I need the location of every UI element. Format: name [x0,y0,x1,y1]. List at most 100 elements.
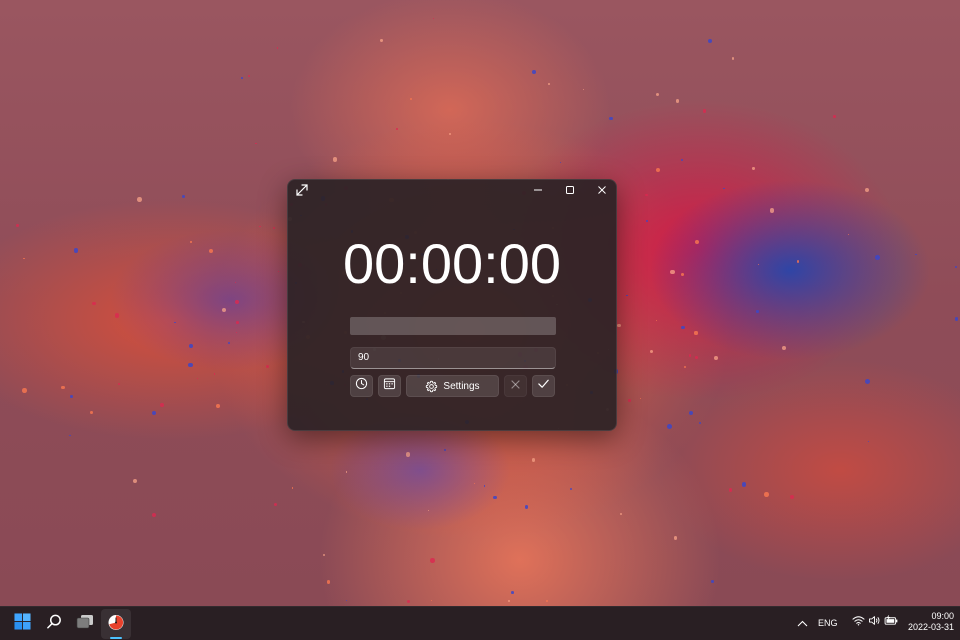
powder-speck [273,226,276,229]
powder-speck [159,402,165,408]
powder-speck [430,558,435,563]
powder-speck [345,600,347,602]
powder-speck [117,383,121,386]
powder-speck [782,346,787,350]
timer-app-button[interactable] [101,609,131,639]
taskbar-clock[interactable]: 09:00 2022-03-31 [904,611,954,633]
close-button[interactable] [586,180,618,202]
powder-speck [728,488,733,492]
powder-speck [190,241,192,243]
settings-button[interactable]: Settings [406,375,499,397]
powder-speck [867,440,870,443]
powder-speck [137,197,142,203]
wifi-status[interactable] [850,615,866,629]
powder-speck [694,331,698,335]
volume-control[interactable] [866,615,882,629]
powder-speck [914,253,917,256]
close-icon [597,182,607,200]
powder-speck [405,452,411,457]
taskbar [0,606,960,640]
powder-speck [254,142,257,145]
powder-speck [525,505,529,509]
clock-icon [355,377,368,395]
powder-speck [332,157,338,162]
powder-speck [741,482,747,487]
powder-speck [875,255,880,260]
powder-speck [731,57,735,60]
powder-speck [197,377,199,379]
powder-speck [769,208,774,213]
powder-speck [619,512,622,515]
language-indicator[interactable]: ENG [818,618,838,628]
task-view-button[interactable] [70,609,100,639]
powder-speck [291,487,293,489]
powder-speck [723,187,725,190]
powder-speck [433,17,435,19]
title-bar[interactable] [288,180,616,202]
powder-speck [865,378,871,384]
timer-app-icon [107,613,125,636]
active-app-indicator [110,637,122,639]
expand-button[interactable] [291,182,313,202]
powder-speck [688,354,692,357]
powder-speck [69,395,73,399]
powder-speck [789,494,795,500]
powder-speck [645,220,648,223]
powder-speck [216,403,220,408]
start-button[interactable] [7,609,37,639]
powder-speck [443,449,447,452]
battery-charging-icon [884,613,899,631]
powder-speck [764,492,769,497]
clock-time: 09:00 [931,611,954,621]
powder-speck [796,260,800,263]
battery-status[interactable] [883,615,899,629]
show-hidden-icons-button[interactable] [795,617,809,629]
powder-speck [326,580,331,584]
powder-speck [133,478,137,483]
calendar-icon [383,377,396,395]
powder-speck [22,388,27,393]
powder-speck [151,410,156,415]
powder-speck [695,356,699,360]
powder-speck [531,458,536,462]
powder-speck [240,77,243,79]
powder-speck [683,365,686,368]
powder-speck [92,302,96,306]
powder-speck [670,269,675,275]
powder-speck [274,503,278,507]
powder-speck [752,167,755,170]
powder-speck [667,423,673,429]
volume-icon [868,613,881,631]
powder-speck [234,300,240,305]
chevron-up-icon [797,614,808,632]
powder-speck [865,187,870,192]
powder-speck [710,580,714,584]
time-mode-button[interactable] [350,375,373,397]
powder-speck [708,38,713,44]
search-button[interactable] [39,609,69,639]
powder-speck [702,109,707,113]
powder-speck [188,343,193,348]
powder-speck [680,272,684,276]
powder-speck [174,321,176,324]
powder-speck [681,159,684,162]
powder-speck [955,317,959,321]
timer-display: 00:00:00 [343,232,561,295]
checkmark-icon [537,377,550,395]
powder-speck [396,128,398,130]
cancel-button[interactable] [504,375,527,397]
maximize-button[interactable] [554,180,586,202]
minutes-input[interactable]: 90 [350,347,556,369]
confirm-button[interactable] [532,375,555,397]
powder-speck [427,509,430,512]
minimize-button[interactable] [522,180,554,202]
x-icon [510,377,521,395]
powder-speck [609,116,613,120]
powder-speck [493,495,497,499]
powder-speck [73,248,78,253]
powder-speck [208,248,213,253]
date-mode-button[interactable] [378,375,401,397]
powder-speck [645,193,648,197]
search-icon [46,613,63,635]
powder-speck [681,325,685,330]
